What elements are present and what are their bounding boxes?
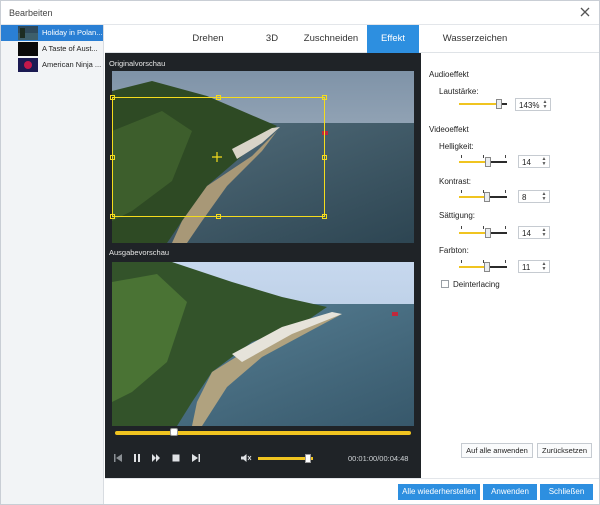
brightness-slider[interactable] — [459, 155, 507, 167]
tab-rotate[interactable]: Drehen — [182, 25, 234, 53]
seek-bar[interactable] — [115, 428, 411, 436]
close-button[interactable]: Schließen — [540, 484, 593, 500]
pause-icon[interactable] — [132, 453, 142, 463]
brightness-label: Helligkeit: — [439, 142, 474, 151]
crop-handle[interactable] — [322, 155, 327, 160]
edit-dialog: Bearbeiten Holiday in Polan... A Taste o… — [0, 0, 600, 505]
file-name: American Ninja ... — [42, 60, 102, 69]
stepper-arrows-icon[interactable]: ▲ ▼ — [541, 228, 547, 238]
title-bar: Bearbeiten — [1, 1, 599, 25]
slider-knob[interactable] — [485, 228, 491, 238]
reset-button[interactable]: Zurücksetzen — [537, 443, 592, 458]
window-title: Bearbeiten — [9, 8, 53, 18]
slider-knob[interactable] — [485, 157, 491, 167]
crop-frame[interactable] — [110, 95, 327, 219]
hue-slider[interactable] — [459, 260, 507, 272]
restore-all-button[interactable]: Alle wiederherstellen — [398, 484, 480, 500]
crop-handle[interactable] — [216, 214, 221, 219]
crop-handle[interactable] — [216, 95, 221, 100]
time-display: 00:01:00/00:04:48 — [348, 454, 409, 463]
tab-effect[interactable]: Effekt — [367, 25, 419, 53]
crop-handle[interactable] — [110, 155, 115, 160]
volume-stepper[interactable]: 143% ▲ ▼ — [515, 98, 551, 111]
stepper-value: 14 — [522, 229, 531, 238]
video-thumbnail — [18, 58, 38, 72]
hue-stepper[interactable]: 11 ▲ ▼ — [518, 260, 550, 273]
fast-forward-icon[interactable] — [151, 453, 161, 463]
contrast-slider[interactable] — [459, 190, 507, 202]
crop-center-icon — [212, 152, 222, 162]
volume-icon[interactable] — [240, 453, 252, 463]
stepper-value: 8 — [522, 193, 527, 202]
apply-all-button[interactable]: Auf alle anwenden — [461, 443, 533, 458]
original-preview-label: Originalvorschau — [109, 59, 166, 68]
dialog-footer: Alle wiederherstellen Anwenden Schließen — [105, 478, 599, 504]
tab-3d[interactable]: 3D — [257, 25, 287, 53]
brightness-stepper[interactable]: 14 ▲ ▼ — [518, 155, 550, 168]
audio-volume-slider[interactable] — [459, 99, 507, 109]
video-thumbnail — [18, 26, 38, 40]
video-thumbnail — [18, 42, 38, 56]
edit-tabs: Drehen 3D Zuschneiden Effekt Wasserzeich… — [105, 25, 599, 53]
output-preview — [112, 262, 414, 426]
preview-area: Originalvorschau Ausgabevorschau 00:01:0… — [105, 53, 421, 478]
stepper-value: 143% — [519, 101, 540, 110]
deinterlacing-label: Deinterlacing — [453, 280, 500, 289]
crop-handle[interactable] — [322, 95, 327, 100]
volume-slider[interactable] — [258, 454, 313, 463]
tab-crop[interactable]: Zuschneiden — [300, 25, 362, 53]
apply-button[interactable]: Anwenden — [483, 484, 537, 500]
effect-panel: Audioeffekt Lautstärke: 143% ▲ ▼ Videoeff… — [421, 53, 599, 478]
player-controls: 00:01:00/00:04:48 — [105, 446, 421, 472]
slider-knob[interactable] — [496, 99, 502, 109]
file-item-ninja[interactable]: American Ninja ... — [1, 57, 103, 73]
stepper-value: 14 — [522, 158, 531, 167]
output-preview-label: Ausgabevorschau — [109, 248, 170, 257]
tab-watermark[interactable]: Wasserzeichen — [435, 25, 515, 53]
deinterlacing-checkbox[interactable] — [441, 280, 449, 288]
saturation-stepper[interactable]: 14 ▲ ▼ — [518, 226, 550, 239]
volume-label: Lautstärke: — [439, 87, 479, 96]
stepper-arrows-icon[interactable]: ▲ ▼ — [541, 192, 547, 202]
crop-handle[interactable] — [110, 95, 115, 100]
contrast-stepper[interactable]: 8 ▲ ▼ — [518, 190, 550, 203]
stepper-arrows-icon[interactable]: ▲ ▼ — [541, 157, 547, 167]
close-icon[interactable] — [577, 4, 593, 20]
skip-back-icon[interactable] — [113, 453, 123, 463]
seek-knob[interactable] — [170, 428, 179, 436]
slider-knob[interactable] — [484, 262, 490, 272]
file-item-holiday[interactable]: Holiday in Polan... — [1, 25, 103, 41]
slider-knob[interactable] — [484, 192, 490, 202]
stepper-arrows-icon[interactable]: ▲ ▼ — [541, 262, 547, 272]
file-name: Holiday in Polan... — [42, 28, 102, 37]
crop-handle[interactable] — [110, 214, 115, 219]
crop-handle[interactable] — [322, 214, 327, 219]
saturation-slider[interactable] — [459, 226, 507, 238]
file-name: A Taste of Aust... — [42, 44, 98, 53]
stepper-arrows-icon[interactable]: ▲ ▼ — [542, 100, 548, 110]
skip-forward-icon[interactable] — [191, 453, 201, 463]
contrast-label: Kontrast: — [439, 177, 472, 186]
saturation-label: Sättigung: — [439, 211, 476, 220]
stepper-value: 11 — [522, 263, 531, 272]
video-section-title: Videoeffekt — [429, 125, 469, 134]
file-list: Holiday in Polan... A Taste of Aust... A… — [1, 25, 104, 504]
audio-section-title: Audioeffekt — [429, 70, 469, 79]
volume-knob[interactable] — [304, 454, 311, 463]
hue-label: Farbton: — [439, 246, 469, 255]
stop-icon[interactable] — [171, 453, 181, 463]
file-item-taste[interactable]: A Taste of Aust... — [1, 41, 103, 57]
